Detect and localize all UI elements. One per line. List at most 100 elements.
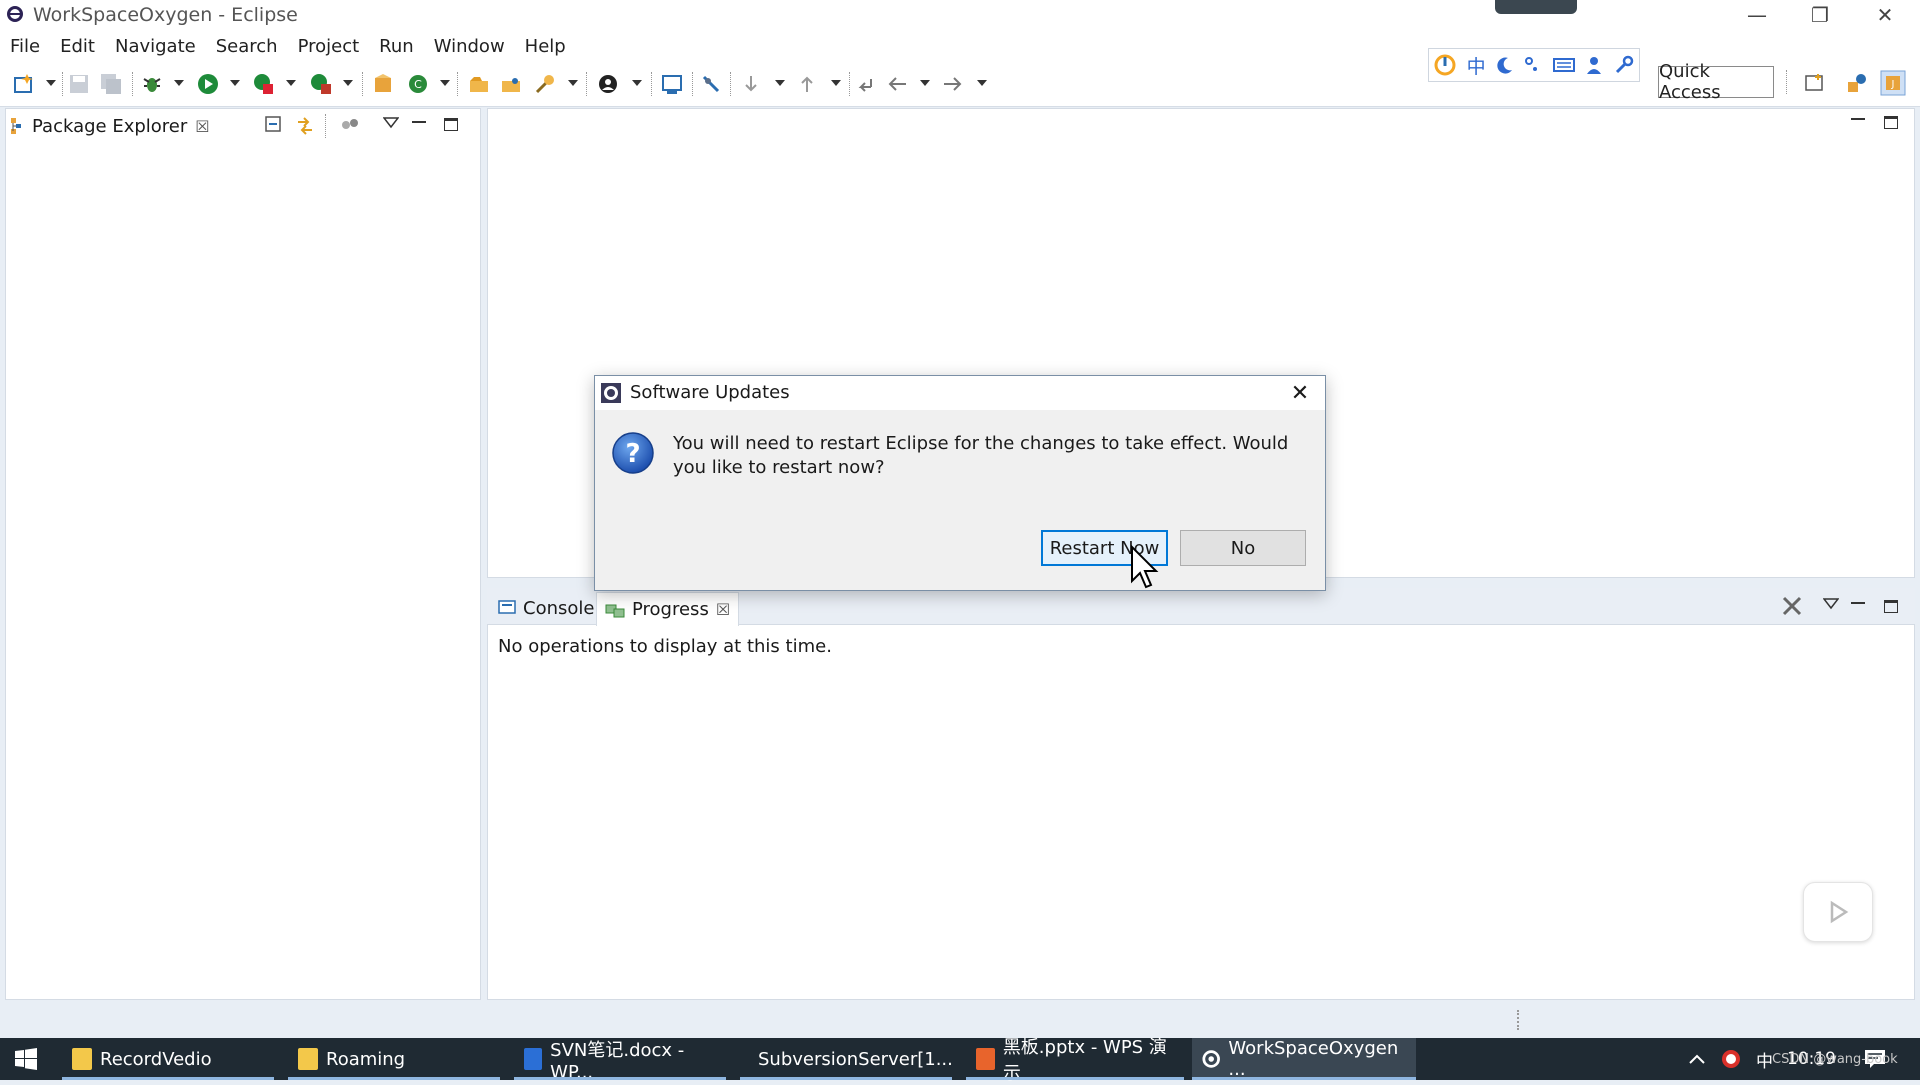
new-package-icon[interactable] — [372, 73, 394, 95]
punctuation-icon[interactable] — [1524, 56, 1542, 74]
coverage-dropdown-icon[interactable] — [286, 80, 296, 86]
forward-icon[interactable] — [942, 73, 964, 95]
run-icon[interactable] — [197, 73, 219, 95]
coverage-icon[interactable] — [253, 73, 275, 95]
keyboard-icon[interactable] — [1552, 56, 1575, 74]
last-edit-icon[interactable] — [853, 73, 875, 95]
collapse-all-icon[interactable] — [264, 115, 284, 135]
video-play-button[interactable] — [1803, 882, 1873, 942]
next-annotation-icon[interactable] — [740, 73, 762, 95]
console-icon — [498, 600, 516, 614]
menu-search[interactable]: Search — [206, 36, 288, 57]
menu-file[interactable]: File — [0, 36, 50, 57]
taskbar-item-subversion-server[interactable]: SubversionServer[1... — [740, 1038, 953, 1080]
remove-all-finished-icon[interactable] — [1781, 595, 1803, 617]
java-ee-perspective-icon[interactable] — [1846, 72, 1868, 94]
back-icon[interactable] — [886, 73, 908, 95]
tab-label: Package Explorer — [32, 115, 188, 137]
minimize-view-icon[interactable] — [412, 117, 426, 123]
close-tab-icon[interactable]: ☒ — [716, 600, 730, 619]
perspective-icon[interactable] — [597, 73, 619, 95]
toolbar-separator — [325, 114, 327, 138]
menu-edit[interactable]: Edit — [50, 36, 105, 57]
java-perspective-icon[interactable]: J — [1880, 70, 1906, 96]
perspective-dropdown-icon[interactable] — [632, 80, 642, 86]
view-menu-icon[interactable] — [383, 117, 399, 129]
next-annotation-dropdown-icon[interactable] — [775, 80, 785, 86]
previous-annotation-icon[interactable] — [796, 73, 818, 95]
menu-run[interactable]: Run — [369, 36, 424, 57]
back-dropdown-icon[interactable] — [920, 80, 930, 86]
debug-dropdown-icon[interactable] — [174, 80, 184, 86]
forward-dropdown-icon[interactable] — [977, 80, 987, 86]
view-menu-icon[interactable] — [1823, 598, 1839, 610]
maximize-view-icon[interactable] — [1884, 600, 1898, 613]
toolbar-separator — [692, 72, 694, 96]
toolbar-separator — [62, 72, 64, 96]
debug-icon[interactable] — [141, 73, 163, 95]
minimize-button[interactable]: — — [1727, 0, 1787, 30]
toolbar-separator — [849, 72, 851, 96]
recording-handle — [1495, 0, 1577, 14]
search-dropdown-icon[interactable] — [568, 80, 578, 86]
sogou-logo-icon[interactable] — [1434, 54, 1456, 76]
moon-icon[interactable] — [1496, 56, 1514, 74]
run-dropdown-icon[interactable] — [230, 80, 240, 86]
search-tool-icon[interactable] — [534, 73, 556, 95]
wrench-icon[interactable] — [1614, 55, 1634, 75]
record-app-icon[interactable] — [1720, 1048, 1742, 1070]
taskbar-label: Roaming — [326, 1048, 406, 1070]
tab-progress[interactable]: Progress ☒ — [596, 592, 740, 626]
no-button[interactable]: No — [1180, 530, 1306, 566]
open-type-icon[interactable] — [468, 73, 490, 95]
open-resource-icon[interactable] — [500, 73, 522, 95]
external-tools-icon[interactable] — [310, 73, 332, 95]
tab-console[interactable]: Console — [490, 592, 602, 624]
toolbar-separator — [457, 72, 459, 96]
taskbar-item-eclipse[interactable]: WorkSpaceOxygen ... — [1192, 1038, 1416, 1080]
close-window-button[interactable]: ✕ — [1855, 0, 1915, 30]
start-button[interactable] — [0, 1038, 52, 1080]
taskbar-item-roaming[interactable]: Roaming — [288, 1038, 500, 1080]
menu-project[interactable]: Project — [288, 36, 370, 57]
taskbar-item-blackboard[interactable]: 黑板.pptx - WPS 演示 — [966, 1037, 1184, 1084]
taskbar-label: RecordVedio — [100, 1048, 212, 1070]
new-class-icon[interactable]: C — [407, 73, 429, 95]
new-icon[interactable] — [13, 73, 35, 95]
status-bar — [0, 1002, 1920, 1038]
eclipse-icon — [7, 6, 23, 22]
ime-indicator[interactable]: 中 — [1756, 1047, 1773, 1072]
external-tools-dropdown-icon[interactable] — [343, 80, 353, 86]
ime-chinese-mode[interactable]: 中 — [1467, 52, 1486, 79]
save-all-icon[interactable] — [100, 73, 122, 95]
dialog-close-button[interactable]: ✕ — [1285, 378, 1315, 408]
menu-help[interactable]: Help — [515, 36, 576, 57]
link-with-editor-icon[interactable] — [294, 115, 316, 137]
svg-text:C: C — [414, 78, 422, 91]
previous-annotation-dropdown-icon[interactable] — [831, 80, 841, 86]
taskbar-item-recordvedio[interactable]: RecordVedio — [62, 1038, 274, 1080]
toolbar-separator — [362, 72, 364, 96]
quick-access-field[interactable]: Quick Access — [1658, 61, 1774, 103]
toggle-mark-icon[interactable] — [700, 73, 722, 95]
menu-navigate[interactable]: Navigate — [105, 36, 206, 57]
open-perspective-icon[interactable] — [1804, 72, 1826, 94]
new-class-dropdown-icon[interactable] — [440, 80, 450, 86]
save-icon[interactable] — [68, 73, 90, 95]
focus-on-active-task-icon[interactable] — [340, 116, 360, 134]
user-icon[interactable] — [1585, 55, 1603, 75]
maximize-view-icon[interactable] — [444, 118, 458, 131]
minimize-view-icon[interactable] — [1851, 598, 1865, 604]
minimize-editor-icon[interactable] — [1851, 114, 1865, 120]
tab-package-explorer[interactable]: Package Explorer ☒ — [10, 110, 210, 142]
new-dropdown-icon[interactable] — [46, 80, 56, 86]
menu-window[interactable]: Window — [424, 36, 515, 57]
chevron-up-icon[interactable] — [1688, 1052, 1706, 1066]
toolbar-separator — [1786, 70, 1788, 94]
restore-button[interactable]: ❐ — [1790, 0, 1850, 30]
window-title: WorkSpaceOxygen - Eclipse — [33, 4, 298, 26]
taskbar-item-svn-notes[interactable]: SVN笔记.docx - WP... — [514, 1038, 726, 1083]
close-tab-icon[interactable]: ☒ — [195, 117, 209, 136]
terminal-icon[interactable] — [661, 73, 683, 95]
maximize-editor-icon[interactable] — [1884, 116, 1898, 129]
